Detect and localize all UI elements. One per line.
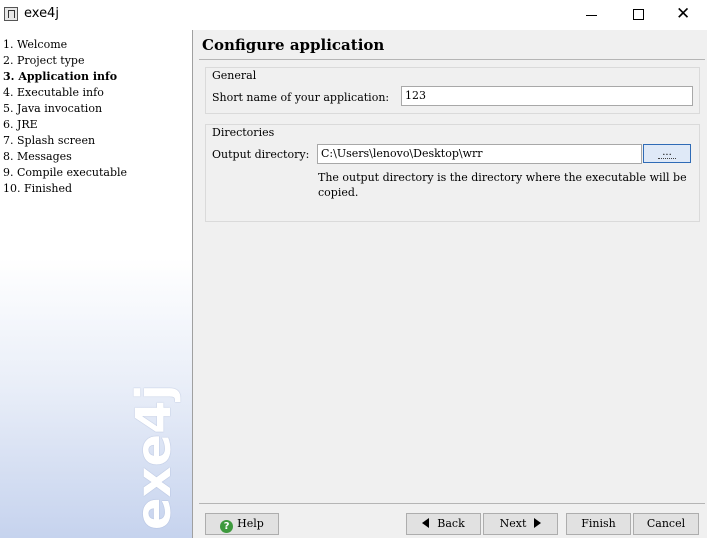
- general-group-title: General: [212, 69, 257, 82]
- step-jre[interactable]: 6. JRE: [3, 117, 127, 133]
- back-button[interactable]: Back: [406, 513, 481, 535]
- finish-button-label: Finish: [581, 517, 616, 530]
- cancel-button-label: Cancel: [646, 517, 686, 530]
- step-messages[interactable]: 8. Messages: [3, 149, 127, 165]
- output-directory-hint: The output directory is the directory wh…: [318, 171, 687, 199]
- wizard-steps-panel: 1. Welcome 2. Project type 3. Applicatio…: [0, 30, 192, 538]
- close-icon: ✕: [676, 4, 691, 24]
- panel-divider: [192, 30, 193, 538]
- help-button[interactable]: ? Help: [205, 513, 279, 535]
- exe4j-app-icon: [4, 7, 18, 21]
- cancel-button[interactable]: Cancel: [633, 513, 699, 535]
- step-application-info[interactable]: 3. Application info: [3, 69, 127, 85]
- browse-button[interactable]: ...: [643, 144, 691, 163]
- step-java-invocation[interactable]: 5. Java invocation: [3, 101, 127, 117]
- step-splash-screen[interactable]: 7. Splash screen: [3, 133, 127, 149]
- button-bar-separator: [199, 503, 705, 504]
- next-button-label: Next: [499, 517, 527, 530]
- wizard-steps-list: 1. Welcome 2. Project type 3. Applicatio…: [3, 37, 127, 197]
- arrow-right-icon: [534, 518, 542, 528]
- directories-group-title: Directories: [212, 126, 275, 139]
- title-bar: exe4j ✕: [0, 0, 707, 30]
- help-button-label: Help: [237, 517, 264, 530]
- window-title: exe4j: [24, 6, 59, 21]
- step-welcome[interactable]: 1. Welcome: [3, 37, 127, 53]
- step-finished[interactable]: 10. Finished: [3, 181, 127, 197]
- step-project-type[interactable]: 2. Project type: [3, 53, 127, 69]
- output-directory-label: Output directory:: [212, 148, 310, 161]
- next-button[interactable]: Next: [483, 513, 558, 535]
- exe4j-logo: exe4j: [126, 384, 182, 530]
- page-title: Configure application: [202, 36, 385, 54]
- title-separator: [199, 59, 705, 60]
- short-name-label: Short name of your application:: [212, 91, 390, 104]
- minimize-button[interactable]: [569, 0, 615, 30]
- arrow-left-icon: [422, 518, 430, 528]
- step-compile-executable[interactable]: 9. Compile executable: [3, 165, 127, 181]
- finish-button[interactable]: Finish: [566, 513, 631, 535]
- minimize-icon: [586, 15, 597, 16]
- browse-button-label: ...: [658, 147, 676, 159]
- maximize-button[interactable]: [615, 0, 661, 30]
- back-button-label: Back: [437, 517, 465, 530]
- close-button[interactable]: ✕: [661, 0, 707, 30]
- short-name-input[interactable]: 123: [401, 86, 693, 106]
- maximize-icon: [633, 9, 644, 20]
- help-icon: ?: [220, 520, 234, 533]
- output-directory-input[interactable]: C:\Users\lenovo\Desktop\wrr: [317, 144, 642, 164]
- step-executable-info[interactable]: 4. Executable info: [3, 85, 127, 101]
